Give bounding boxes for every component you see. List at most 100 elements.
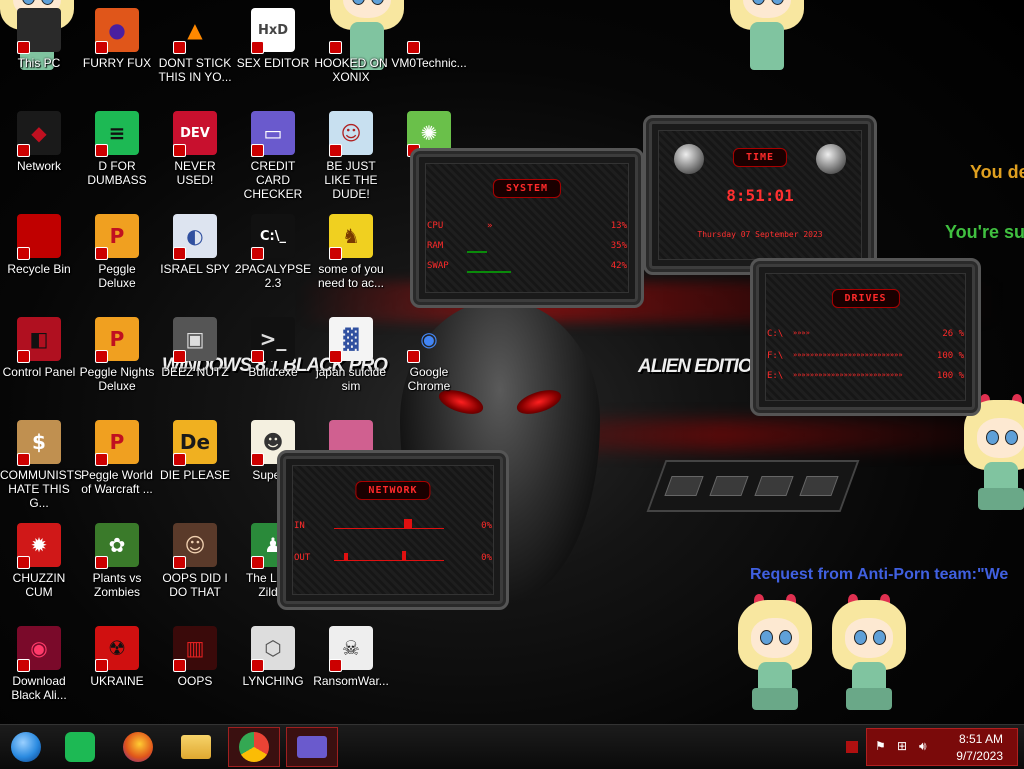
desktop-icon-label: Peggle Nights Deluxe <box>79 365 155 393</box>
desktop-icon[interactable]: HxD SEX EDITOR <box>234 8 312 70</box>
overlay-text-3: Request from Anti-Porn team:"We <box>750 566 1009 583</box>
desktop-icon[interactable]: ⬡ LYNCHING <box>234 626 312 688</box>
desktop-icon[interactable]: ▣ DEEZ NUTZ <box>156 317 234 379</box>
desktop-icon-label: some of you need to ac... <box>317 262 385 290</box>
network-widget[interactable]: NETWORK IN 0% OUT 0% <box>277 450 509 610</box>
desktop-icon[interactable]: DEV NEVER USED! <box>156 111 234 187</box>
tray-clock-time[interactable]: 8:51 AM <box>959 732 1003 746</box>
desktop-icon[interactable]: C:\_ 2PACALYPSE 2.3 <box>234 214 312 290</box>
desktop-icon[interactable]: ☺ BE JUST LIKE THE DUDE! <box>312 111 390 201</box>
tray-clock-date[interactable]: 9/7/2023 <box>956 749 1003 763</box>
taskbar-file-explorer[interactable] <box>170 727 222 767</box>
app-icon: ✹ <box>17 523 61 569</box>
app-icon: ✿ <box>95 523 139 569</box>
desktop-icon[interactable]: ◧ Control Panel <box>0 317 78 379</box>
desktop-icon[interactable]: ▲ DONT STICK THIS IN YO... <box>156 8 234 84</box>
alien-logo-icon <box>674 144 704 174</box>
time-widget[interactable]: TIME 8:51:01 Thursday 07 September 2023 <box>643 115 877 275</box>
desktop-icon[interactable]: P Peggle Deluxe <box>78 214 156 290</box>
taskbar-credit-card-app[interactable] <box>286 727 338 767</box>
desktop-icon[interactable]: This PC <box>0 8 78 70</box>
taskbar-chrome[interactable] <box>228 727 280 767</box>
taskbar-firefox[interactable] <box>112 727 164 767</box>
desktop-icon[interactable]: HOOKED ON XONIX <box>312 8 390 84</box>
shortcut-badge-icon <box>17 350 30 363</box>
desktop-icon-label: This PC <box>17 56 61 70</box>
desktop-icon-label: LYNCHING <box>242 674 304 688</box>
app-icon: ▓ <box>329 317 373 363</box>
desktop-icon-label: OOPS <box>177 674 213 688</box>
taskbar-spotify[interactable] <box>54 727 106 767</box>
app-icon: DEV <box>173 111 217 157</box>
desktop-icon[interactable]: ☺ OOPS DID I DO THAT <box>156 523 234 599</box>
chrome-icon <box>239 732 269 762</box>
system-widget[interactable]: SYSTEM CPU » 13% RAM 35% SWAP 42% <box>410 148 644 308</box>
desktop-icon[interactable]: ♞ some of you need to ac... <box>312 214 390 290</box>
shortcut-badge-icon <box>173 41 186 54</box>
shortcut-badge-icon <box>95 350 108 363</box>
desktop-icon[interactable]: ▓ japan suicide sim <box>312 317 390 393</box>
drives-widget[interactable]: DRIVES C:\ »»»» 26 % F:\ »»»»»»»»»»»»»»»… <box>750 258 981 416</box>
desktop-icon[interactable]: ◉ Download Black Ali... <box>0 626 78 702</box>
desktop-icon-label: VM0Technic... <box>391 56 467 70</box>
start-button[interactable] <box>0 727 52 767</box>
desktop-icon[interactable]: ☢ UKRAINE <box>78 626 156 688</box>
taskbar: ⚑ ⊞ 🔊︎ 8:51 AM 9/7/2023 <box>0 724 1024 769</box>
desktop-icon-label: ISRAEL SPY <box>160 262 230 276</box>
desktop-icon[interactable]: ✿ Plants vs Zombies <box>78 523 156 599</box>
desktop-icon[interactable]: De DIE PLEASE <box>156 420 234 482</box>
app-icon: ◉ <box>17 626 61 672</box>
app-icon: De <box>173 420 217 466</box>
desktop-icon[interactable]: ◐ ISRAEL SPY <box>156 214 234 276</box>
overlay-text-1: You de <box>970 162 1024 182</box>
network-row-in: IN 0% <box>294 519 492 531</box>
system-row-swap: SWAP 42% <box>427 261 627 273</box>
app-icon: ◆ <box>17 111 61 157</box>
shortcut-badge-icon <box>173 556 186 569</box>
app-icon: ⬡ <box>251 626 295 672</box>
volume-icon[interactable]: 🔊︎ <box>919 739 933 753</box>
desktop-icon[interactable]: ▥ OOPS <box>156 626 234 688</box>
desktop-icon[interactable]: VM0Technic... <box>390 8 468 70</box>
desktop-icon-label: SEX EDITOR <box>236 56 310 70</box>
desktop-icon-label: Peggle Deluxe <box>98 262 136 290</box>
desktop-icon[interactable]: Recycle Bin <box>0 214 78 276</box>
desktop-icon[interactable]: ◉ Google Chrome <box>390 317 468 393</box>
desktop: WINDOWS 8.1 BLACK PRO ALIEN EDITIO You d… <box>0 0 1024 724</box>
app-icon: ◉ <box>407 317 451 363</box>
desktop-icon[interactable]: ● FURRY FUX <box>78 8 156 70</box>
desktop-icon[interactable]: ✹ CHUZZIN CUM <box>0 523 78 599</box>
time-widget-date: Thursday 07 September 2023 <box>697 230 823 239</box>
mascot-sticker <box>964 394 1024 520</box>
app-icon: ● <box>95 8 139 54</box>
show-hidden-icons-button[interactable] <box>846 741 858 753</box>
shortcut-badge-icon <box>329 247 342 260</box>
desktop-icon-label: 2PACALYPSE 2.3 <box>234 262 312 290</box>
network-icon[interactable]: ⊞ <box>897 739 911 753</box>
desktop-icon[interactable]: P Peggle Nights Deluxe <box>78 317 156 393</box>
desktop-icon[interactable]: ☠ RansomWar... <box>312 626 390 688</box>
desktop-icon[interactable]: ≡ D FOR DUMBASS <box>78 111 156 187</box>
wallpaper-strip-bar <box>646 460 860 512</box>
shortcut-badge-icon <box>173 453 186 466</box>
shortcut-badge-icon <box>173 350 186 363</box>
shortcut-badge-icon <box>407 350 420 363</box>
desktop-icon[interactable]: ▭ CREDIT CARD CHECKER <box>234 111 312 201</box>
desktop-icon[interactable]: ◆ Network <box>0 111 78 173</box>
wallpaper-text-right: ALIEN EDITIO <box>638 356 753 377</box>
desktop-icon[interactable]: $ COMMUNISTS HATE THIS G... <box>0 420 82 510</box>
shortcut-badge-icon <box>251 144 264 157</box>
desktop-icon-label: CHUZZIN CUM <box>12 571 66 599</box>
desktop-icon-label: UKRAINE <box>90 674 144 688</box>
flag-icon[interactable]: ⚑ <box>875 739 889 753</box>
app-icon: ≡ <box>95 111 139 157</box>
shortcut-badge-icon <box>329 659 342 672</box>
shortcut-badge-icon <box>173 247 186 260</box>
shortcut-badge-icon <box>251 556 264 569</box>
desktop-icon[interactable]: P Peggle World of Warcraft ... <box>78 420 156 496</box>
desktop-icon[interactable]: >_ Build.exe <box>234 317 312 379</box>
app-icon: P <box>95 420 139 466</box>
app-icon: ▣ <box>173 317 217 363</box>
shortcut-badge-icon <box>95 659 108 672</box>
shortcut-badge-icon <box>17 41 30 54</box>
